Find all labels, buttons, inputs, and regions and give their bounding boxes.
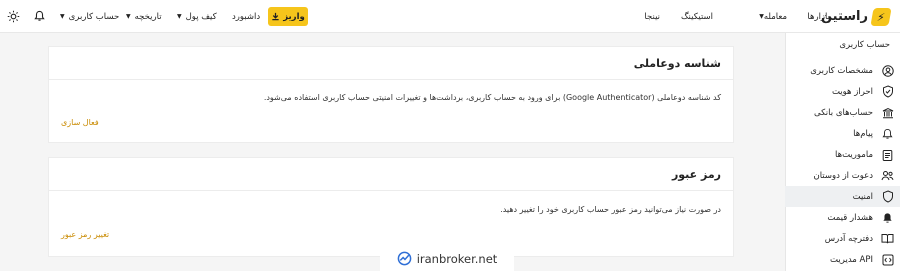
- sidebar-item-price-alert[interactable]: هشدار قیمت: [785, 207, 900, 228]
- sidebar-title: حساب کاربری: [839, 40, 890, 50]
- top-navbar: ⚡ راستین بازارها معامله ▼ استیکینگ نینجا …: [0, 0, 900, 33]
- account-sidebar: حساب کاربری مشخصات کاربری احراز هویت حسا…: [785, 33, 900, 271]
- bell-icon: [881, 127, 894, 140]
- chevron-down-icon: ▼: [126, 13, 131, 20]
- chevron-down-icon: ▼: [60, 13, 65, 20]
- sidebar-item-verification[interactable]: احراز هویت: [785, 81, 900, 102]
- clipboard-icon: [881, 148, 894, 161]
- nav-account[interactable]: ▼ حساب کاربری: [60, 0, 119, 33]
- change-password-link[interactable]: تغییر رمز عبور: [61, 230, 109, 239]
- nav-ninja-label: نینجا: [644, 11, 660, 22]
- sidebar-item-label: دعوت از دوستان: [813, 170, 873, 181]
- nav-markets-label: بازارها: [807, 11, 830, 22]
- sidebar-item-label: مدیریت API: [830, 254, 873, 265]
- shield-check-icon: [881, 85, 894, 98]
- user-icon: [881, 64, 894, 77]
- sidebar-item-label: پیام‌ها: [853, 128, 873, 139]
- download-icon: [271, 12, 280, 21]
- nav-markets[interactable]: بازارها: [807, 0, 830, 33]
- brand-logo[interactable]: ⚡ راستین: [821, 6, 892, 27]
- sidebar-item-label: احراز هویت: [831, 86, 873, 97]
- deposit-button[interactable]: واریز: [268, 7, 308, 26]
- sidebar-item-missions[interactable]: ماموریت‌ها: [785, 144, 900, 165]
- watermark-text: iranbroker.net: [416, 251, 498, 266]
- nav-wallet[interactable]: ▼ کیف پول: [177, 0, 217, 33]
- password-description: در صورت نیاز می‌توانید رمز عبور حساب کار…: [500, 205, 721, 214]
- sidebar-item-label: هشدار قیمت: [827, 212, 873, 223]
- chevron-down-icon: ▼: [177, 13, 182, 20]
- sidebar-item-label: امنیت: [852, 191, 873, 202]
- wallet-label: کیف پول: [185, 11, 217, 22]
- sidebar-item-invite-friends[interactable]: دعوت از دوستان: [785, 165, 900, 186]
- account-label: حساب کاربری: [68, 11, 120, 22]
- deposit-label: واریز: [283, 11, 305, 22]
- twofa-title: شناسه دوعاملی: [49, 47, 733, 80]
- sidebar-item-label: ماموریت‌ها: [835, 149, 873, 160]
- users-icon: [881, 169, 894, 182]
- nav-trade[interactable]: معامله ▼: [755, 0, 787, 33]
- bank-icon: [881, 106, 894, 119]
- sidebar-item-label: حساب‌های بانکی: [814, 107, 873, 118]
- nav-staking-label: استیکینگ: [680, 11, 713, 22]
- nav-staking[interactable]: استیکینگ: [681, 0, 713, 33]
- twofa-activate-link[interactable]: فعال سازی: [61, 118, 99, 127]
- password-card: رمز عبور در صورت نیاز می‌توانید رمز عبور…: [48, 157, 734, 257]
- sidebar-item-label: مشخصات کاربری: [810, 65, 873, 76]
- logo-mark-icon: ⚡: [870, 7, 892, 26]
- nav-trade-label: معامله: [763, 11, 787, 22]
- password-title: رمز عبور: [49, 158, 733, 191]
- sidebar-item-messages[interactable]: پیام‌ها: [785, 123, 900, 144]
- history-label: تاریخچه: [134, 11, 162, 22]
- watermark-logo-icon: [397, 251, 412, 266]
- sidebar-item-label: دفترچه آدرس: [824, 233, 873, 244]
- nav-history[interactable]: ▼ تاریخچه: [126, 0, 162, 33]
- watermark: iranbroker.net: [380, 246, 514, 271]
- book-icon: [881, 232, 894, 245]
- dashboard-label: داشبورد: [232, 11, 261, 22]
- sidebar-item-profile[interactable]: مشخصات کاربری: [785, 60, 900, 81]
- shield-icon: [881, 190, 894, 203]
- nav-dashboard[interactable]: داشبورد: [232, 0, 260, 33]
- theme-toggle-sun-icon[interactable]: [5, 8, 21, 24]
- notifications-bell-icon[interactable]: [31, 8, 47, 24]
- sidebar-item-address-book[interactable]: دفترچه آدرس: [785, 228, 900, 249]
- twofa-description: کد شناسه دوعاملی (Google Authenticator) …: [263, 93, 721, 102]
- sidebar-item-bank-accounts[interactable]: حساب‌های بانکی: [785, 102, 900, 123]
- alarm-bell-icon: [881, 211, 894, 224]
- nav-ninja[interactable]: نینجا: [644, 0, 660, 33]
- twofa-card: شناسه دوعاملی کد شناسه دوعاملی (Google A…: [48, 46, 734, 143]
- sidebar-item-security[interactable]: امنیت: [785, 186, 900, 207]
- api-icon: [881, 253, 894, 266]
- sidebar-item-api-management[interactable]: مدیریت API: [785, 249, 900, 270]
